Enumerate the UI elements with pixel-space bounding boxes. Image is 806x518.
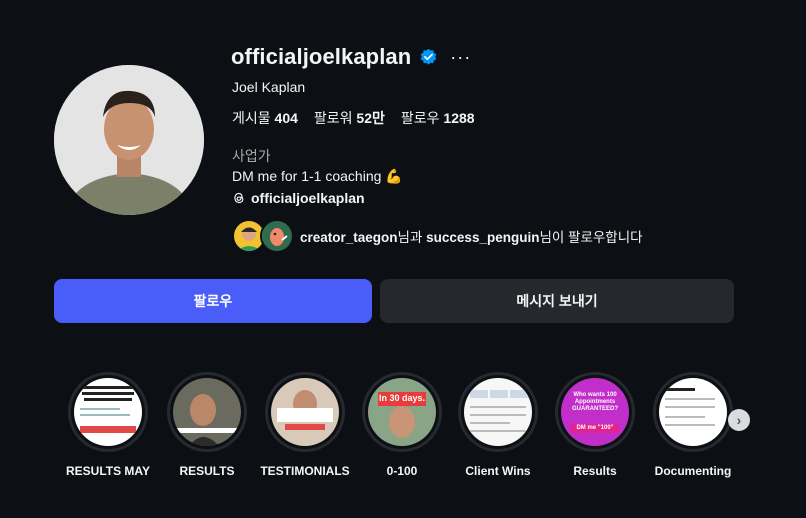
following-count[interactable]: 팔로우 1288 xyxy=(401,108,475,128)
profile-category: 사업가 xyxy=(232,148,271,164)
highlight-cover xyxy=(74,378,142,446)
highlight-item[interactable]: In 30 days. 0-100 xyxy=(357,372,447,478)
followed-by-suffix: 님이 팔로우합니다 xyxy=(539,230,643,245)
highlight-label: Documenting xyxy=(654,464,732,478)
highlight-cover: In 30 days. xyxy=(368,378,436,446)
posts-value: 404 xyxy=(274,110,298,126)
more-options-icon[interactable]: ··· xyxy=(450,47,471,68)
highlight-cover xyxy=(659,378,727,446)
highlight-overlay-text-2: DM me "100" xyxy=(571,424,619,433)
follower-name-1[interactable]: creator_taegon xyxy=(300,230,398,245)
verified-badge-icon xyxy=(421,48,437,65)
highlight-label: RESULTS xyxy=(179,464,235,478)
profile-bio: DM me for 1-1 coaching 💪 xyxy=(232,168,403,184)
follow-button[interactable]: 팔로우 xyxy=(54,279,372,323)
chevron-right-icon[interactable]: › xyxy=(728,409,750,431)
highlight-cover xyxy=(173,378,241,446)
highlight-overlay-text: In 30 days. xyxy=(378,393,426,403)
threads-handle: officialjoelkaplan xyxy=(251,190,365,206)
posts-count: 게시물 404 xyxy=(232,108,298,128)
full-name: Joel Kaplan xyxy=(232,79,306,95)
avatar-photo xyxy=(54,65,204,215)
followed-by-text: creator_taegon님과 success_penguin님이 팔로우합니… xyxy=(300,226,643,246)
following-value: 1288 xyxy=(443,110,475,126)
profile-avatar[interactable] xyxy=(54,65,204,215)
highlight-cover: Who wants 100 Appointments GUARANTEED? D… xyxy=(561,378,629,446)
highlight-label: 0-100 xyxy=(386,464,418,478)
highlight-overlay-text: Who wants 100 Appointments GUARANTEED? xyxy=(572,392,618,412)
highlight-item[interactable]: TESTIMONIALS xyxy=(260,372,350,478)
username: officialjoelkaplan xyxy=(231,44,412,69)
followed-by[interactable]: creator_taegon님과 success_penguin님이 팔로우합니… xyxy=(232,219,643,253)
highlight-label: Client Wins xyxy=(465,464,531,478)
highlight-item[interactable]: Client Wins xyxy=(453,372,543,478)
profile-stats: 게시물 404 팔로워 52만 팔로우 1288 xyxy=(232,108,475,128)
follower-avatar-2 xyxy=(260,219,294,253)
posts-label: 게시물 xyxy=(232,110,271,126)
followers-label: 팔로워 xyxy=(313,110,353,126)
threads-link[interactable]: officialjoelkaplan xyxy=(232,190,365,206)
username-row: officialjoelkaplan ··· xyxy=(231,44,471,70)
highlight-cover xyxy=(271,378,339,446)
follower-name-2[interactable]: success_penguin xyxy=(426,230,539,245)
message-button[interactable]: 메시지 보내기 xyxy=(380,279,734,323)
highlight-label: RESULTS MAY xyxy=(65,464,150,478)
followers-count[interactable]: 팔로워 52만 xyxy=(314,108,385,128)
following-label: 팔로우 xyxy=(400,110,440,126)
highlight-label: TESTIMONIALS xyxy=(260,464,350,478)
highlight-item[interactable]: RESULTS xyxy=(162,372,252,478)
story-highlights: RESULTS MAY RESULTS TESTIMONIALS In 30 d… xyxy=(0,372,806,492)
highlight-item[interactable]: Who wants 100 Appointments GUARANTEED? D… xyxy=(550,372,640,478)
highlight-cover xyxy=(464,378,532,446)
threads-icon xyxy=(234,192,244,204)
followed-by-joiner: 님과 xyxy=(397,230,423,245)
highlight-item[interactable]: Documenting xyxy=(648,372,738,478)
followers-value: 52만 xyxy=(356,110,385,126)
highlight-label: Results xyxy=(573,464,617,478)
highlight-item[interactable]: RESULTS MAY xyxy=(63,372,153,478)
